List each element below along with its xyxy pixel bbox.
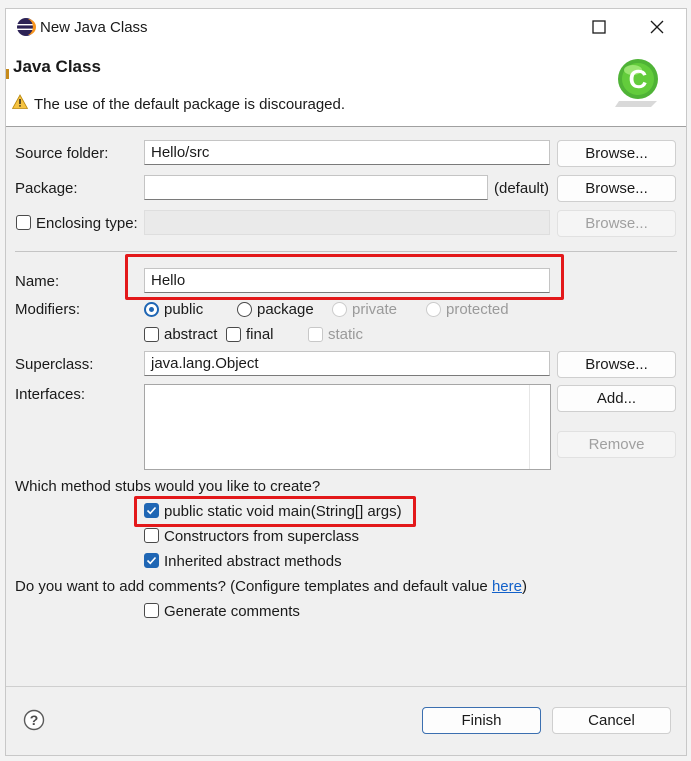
eclipse-icon: [17, 18, 36, 36]
stub-constructors-checkbox[interactable]: [144, 528, 159, 543]
package-label: Package:: [15, 180, 78, 197]
name-field[interactable]: Hello: [144, 268, 550, 293]
warning-icon: [12, 94, 28, 109]
modifier-package-radio[interactable]: [237, 302, 252, 317]
cancel-button[interactable]: Cancel: [552, 707, 671, 734]
modifiers-label: Modifiers:: [15, 301, 81, 318]
stub-inherited-abstract-label: Inherited abstract methods: [164, 553, 342, 570]
interfaces-add-button[interactable]: Add...: [557, 385, 676, 412]
enclosing-type-field: [144, 210, 550, 235]
modifier-static-checkbox: [308, 327, 323, 342]
superclass-field[interactable]: java.lang.Object: [144, 351, 550, 376]
interfaces-list-scroll-divider: [529, 385, 530, 469]
close-button[interactable]: [634, 9, 680, 45]
modifier-private-label: private: [352, 301, 398, 318]
finish-button[interactable]: Finish: [422, 707, 541, 734]
maximize-button[interactable]: [576, 9, 622, 45]
stub-main-label: public static void main(String[] args): [164, 503, 402, 520]
stub-inherited-abstract-checkbox[interactable]: [144, 553, 159, 568]
footer-separator: [6, 686, 686, 687]
source-folder-field[interactable]: Hello/src: [144, 140, 550, 165]
modifier-public-radio[interactable]: [144, 302, 159, 317]
page-title: Java Class: [13, 57, 101, 76]
svg-text:?: ?: [30, 712, 39, 728]
left-edge-marker: [6, 69, 9, 79]
comments-question-end: ): [521, 578, 527, 595]
source-folder-browse-button[interactable]: Browse...: [557, 140, 676, 167]
superclass-label: Superclass:: [15, 356, 94, 373]
package-field[interactable]: [144, 175, 488, 200]
wizard-banner: Java Class The use of the default packag…: [6, 47, 686, 127]
stub-constructors-label: Constructors from superclass: [164, 528, 360, 545]
modifier-package-label: package: [257, 301, 314, 318]
new-java-class-dialog: New Java Class Java Class The use of the…: [5, 8, 687, 756]
superclass-browse-button[interactable]: Browse...: [557, 351, 676, 378]
modifier-abstract-checkbox[interactable]: [144, 327, 159, 342]
warning-message: The use of the default package is discou…: [34, 96, 346, 113]
generate-comments-label: Generate comments: [164, 603, 300, 620]
modifier-final-checkbox[interactable]: [226, 327, 241, 342]
method-stubs-question: Which method stubs would you like to cre…: [15, 478, 321, 495]
modifier-protected-label: protected: [446, 301, 509, 318]
svg-text:C: C: [629, 64, 648, 94]
maximize-icon: [592, 20, 606, 34]
interfaces-list[interactable]: [144, 384, 551, 470]
checkmark-icon: [146, 506, 157, 515]
help-icon[interactable]: ?: [23, 709, 45, 731]
package-default-text: (default): [494, 180, 550, 197]
generate-comments-checkbox[interactable]: [144, 603, 159, 618]
close-icon: [650, 20, 664, 34]
enclosing-type-label: Enclosing type:: [36, 215, 138, 232]
modifier-final-label: final: [246, 326, 274, 343]
configure-templates-link[interactable]: here: [492, 578, 522, 595]
modifier-private-radio: [332, 302, 347, 317]
stub-main-checkbox[interactable]: [144, 503, 159, 518]
interfaces-label: Interfaces:: [15, 386, 86, 403]
enclosing-type-browse-button: Browse...: [557, 210, 676, 237]
java-class-c-logo-icon: C: [615, 59, 658, 107]
separator: [15, 251, 677, 252]
comments-question-text: Do you want to add comments? (Configure …: [15, 578, 492, 595]
package-browse-button[interactable]: Browse...: [557, 175, 676, 202]
modifier-public-label: public: [164, 301, 204, 318]
comments-question: Do you want to add comments? (Configure …: [15, 578, 527, 595]
name-label: Name:: [15, 273, 60, 290]
enclosing-type-checkbox[interactable]: [16, 215, 31, 230]
modifier-protected-radio: [426, 302, 441, 317]
source-folder-label: Source folder:: [15, 145, 109, 162]
title-bar: New Java Class: [6, 9, 686, 47]
interfaces-remove-button: Remove: [557, 431, 676, 458]
window-title: New Java Class: [40, 19, 148, 36]
modifier-static-label: static: [328, 326, 364, 343]
modifier-abstract-label: abstract: [164, 326, 218, 343]
checkmark-icon: [146, 556, 157, 565]
